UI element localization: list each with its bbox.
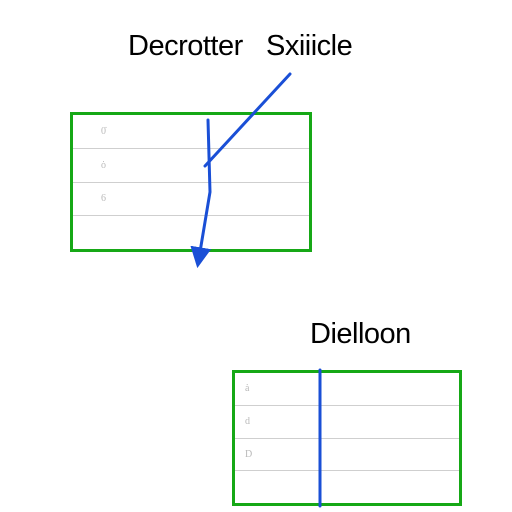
grid-top: 0̇ ȯ 6 [70,112,312,252]
label-bottom: Dielloon [310,318,411,351]
grid-bottom-row [235,471,459,503]
grid-bottom: ȧ d D [232,370,462,506]
grid-top-row [73,216,309,249]
cell: d [245,416,268,427]
grid-top-row: ȯ [73,149,309,183]
label-top-right: Sxiiicle [266,30,352,63]
grid-top-row: 6 [73,183,309,217]
cell: 6 [101,193,124,204]
cell: ȯ [101,160,124,171]
cell: D [245,449,270,460]
cell: 0̇ [101,126,124,137]
label-top-left: Decrotter [128,30,243,63]
grid-top-row: 0̇ [73,115,309,149]
grid-bottom-row: D [235,439,459,472]
grid-bottom-row: d [235,406,459,439]
grid-bottom-row: ȧ [235,373,459,406]
cell: ȧ [245,383,267,394]
